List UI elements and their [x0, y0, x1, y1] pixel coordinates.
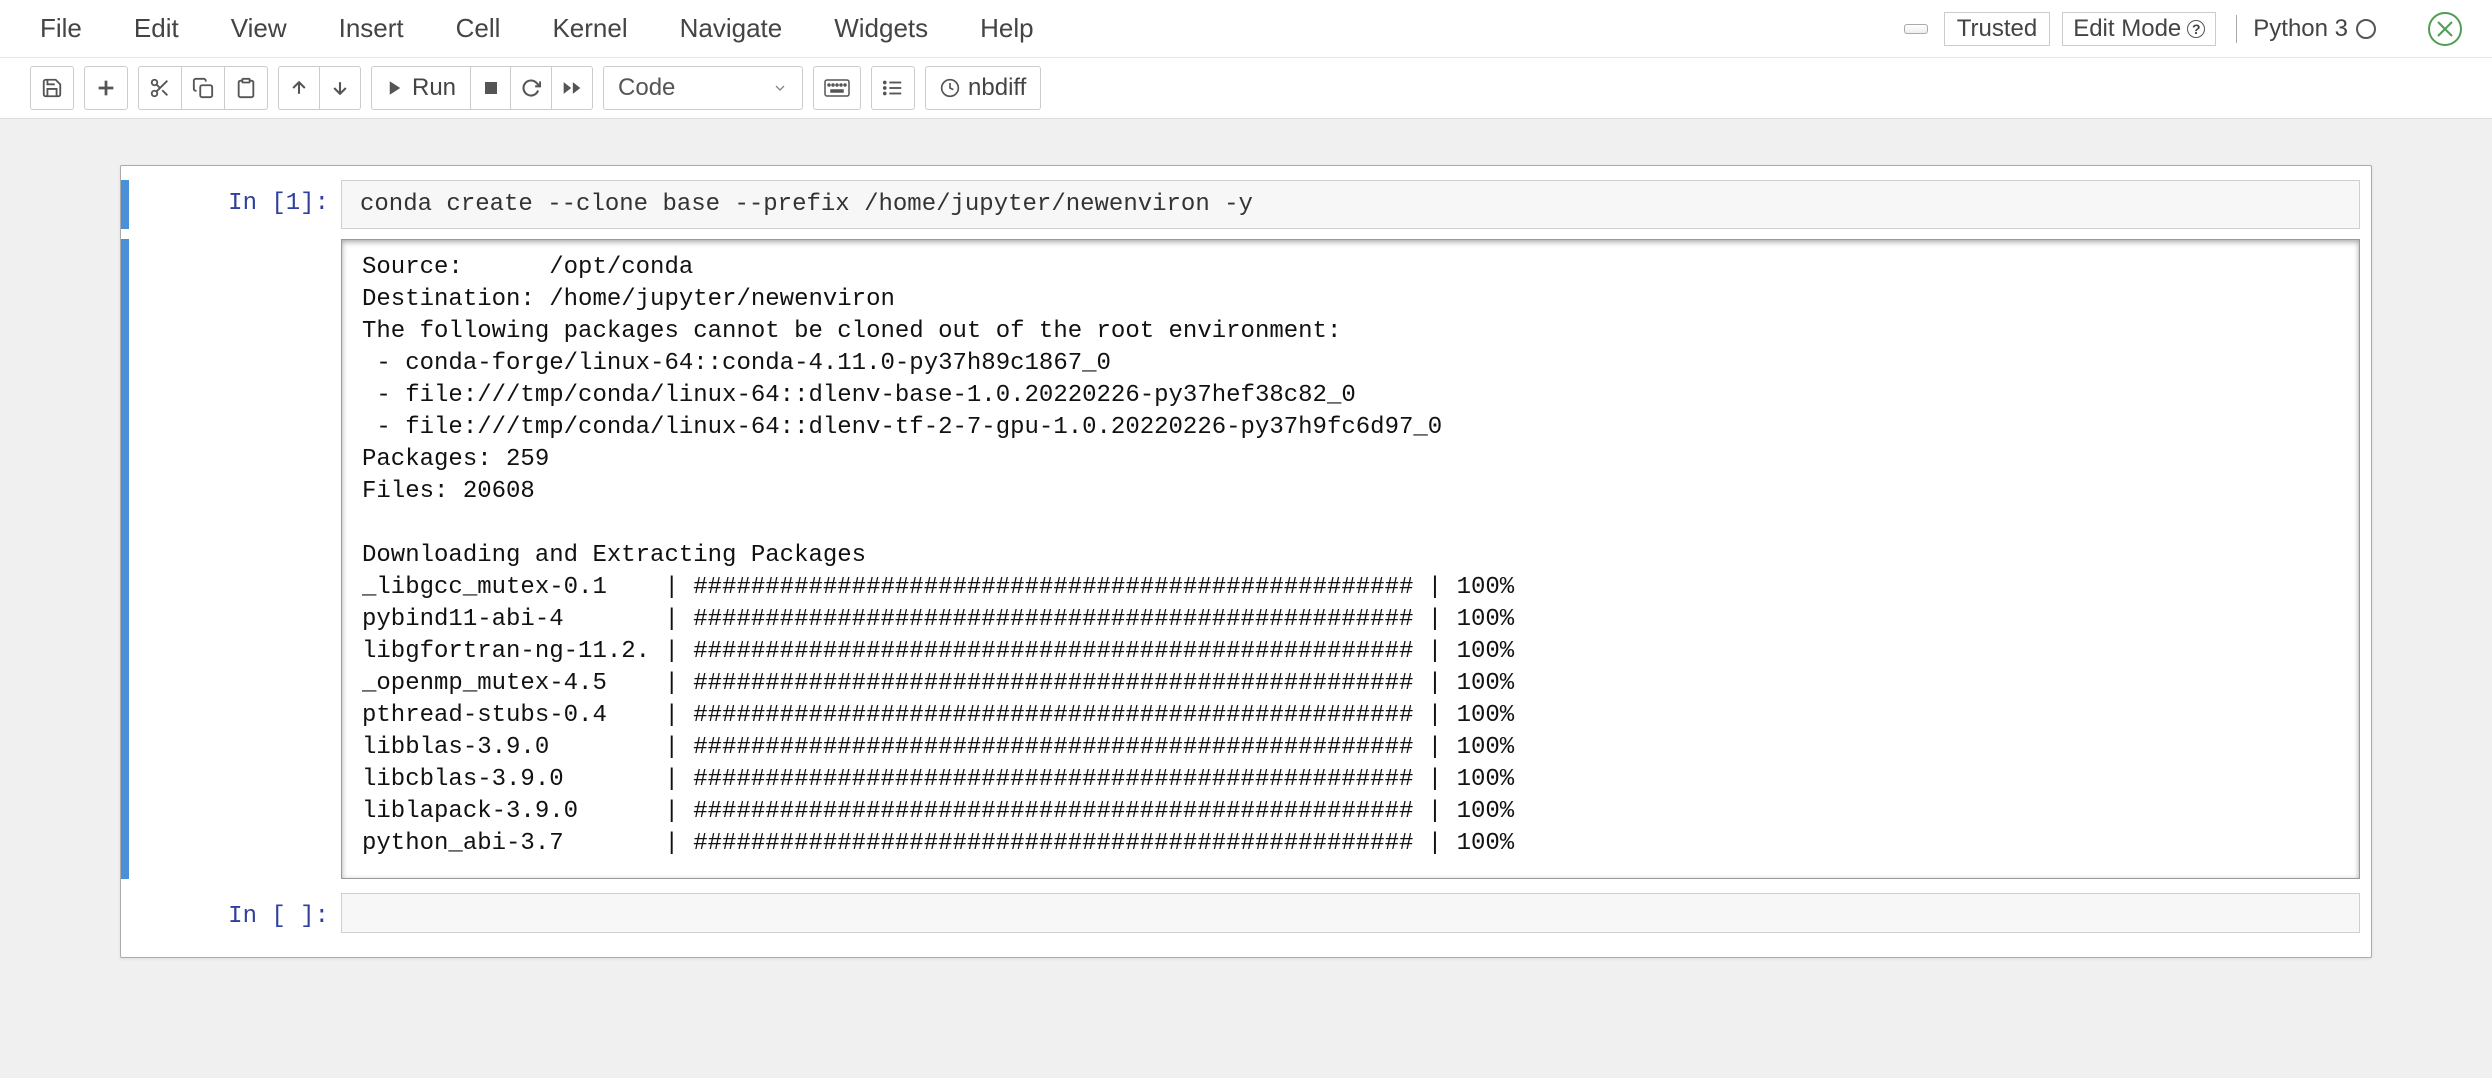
output-scroll[interactable]: Source: /opt/conda Destination: /home/ju…	[341, 239, 2360, 879]
edit-mode-button[interactable]: Edit Mode ?	[2062, 12, 2216, 46]
menu-help[interactable]: Help	[954, 7, 1059, 50]
paste-icon	[235, 77, 257, 99]
header-bar: File Edit View Insert Cell Kernel Naviga…	[0, 0, 2492, 58]
restart-icon	[521, 78, 541, 98]
save-button[interactable]	[30, 66, 74, 110]
menu-file[interactable]: File	[30, 7, 108, 50]
copy-icon	[192, 77, 214, 99]
edit-mode-label: Edit Mode	[2073, 15, 2181, 43]
command-palette-button[interactable]	[813, 66, 861, 110]
move-group	[278, 66, 361, 110]
stop-icon	[482, 79, 500, 97]
move-down-button[interactable]	[319, 66, 361, 110]
notebook-container: In [1]: conda create --clone base --pref…	[120, 165, 2372, 958]
fast-forward-icon	[562, 78, 582, 98]
list-icon	[882, 77, 904, 99]
notebook-area: In [1]: conda create --clone base --pref…	[0, 119, 2492, 978]
copy-button[interactable]	[181, 66, 224, 110]
paste-button[interactable]	[224, 66, 268, 110]
header-right: Trusted Edit Mode ? Python 3	[1904, 12, 2462, 46]
restart-button[interactable]	[510, 66, 551, 110]
help-icon: ?	[2187, 20, 2205, 38]
kernel-status-icon	[2356, 19, 2376, 39]
code-input[interactable]: conda create --clone base --prefix /home…	[341, 180, 2360, 229]
cut-button[interactable]	[138, 66, 181, 110]
save-icon	[41, 77, 63, 99]
kernel-name: Python 3	[2253, 15, 2348, 43]
arrow-down-icon	[330, 78, 350, 98]
close-icon	[2436, 20, 2454, 38]
input-prompt: In [ ]:	[129, 893, 341, 933]
menu-insert[interactable]: Insert	[313, 7, 430, 50]
menu-bar: File Edit View Insert Cell Kernel Naviga…	[30, 7, 1060, 50]
output-body: Source: /opt/conda Destination: /home/ju…	[341, 239, 2360, 879]
arrow-up-icon	[289, 78, 309, 98]
toc-button[interactable]	[871, 66, 915, 110]
cut-icon	[149, 77, 171, 99]
trusted-indicator[interactable]: Trusted	[1944, 12, 2050, 46]
kernel-indicator[interactable]: Python 3	[2236, 15, 2376, 43]
menu-view[interactable]: View	[205, 7, 313, 50]
code-input[interactable]	[341, 893, 2360, 933]
menu-cell[interactable]: Cell	[430, 7, 527, 50]
add-cell-button[interactable]	[84, 66, 128, 110]
trusted-label: Trusted	[1957, 15, 2037, 43]
toolbar: Run Code nbdiff	[0, 58, 2492, 119]
run-label: Run	[412, 74, 456, 102]
restart-run-all-button[interactable]	[551, 66, 593, 110]
clock-icon	[940, 78, 960, 98]
keyboard-icon	[824, 79, 850, 97]
celltype-label: Code	[618, 74, 675, 102]
output-text: Source: /opt/conda Destination: /home/ju…	[342, 240, 2359, 860]
input-prompt: In [1]:	[129, 180, 341, 229]
run-group: Run	[371, 66, 593, 110]
nbdiff-button[interactable]: nbdiff	[925, 66, 1041, 110]
plus-icon	[95, 77, 117, 99]
output-prompt	[129, 239, 341, 879]
move-up-button[interactable]	[278, 66, 319, 110]
notification-indicator	[1904, 24, 1928, 34]
celltype-select[interactable]: Code	[603, 66, 803, 110]
menu-kernel[interactable]: Kernel	[526, 7, 653, 50]
code-cell[interactable]: In [1]: conda create --clone base --pref…	[121, 180, 2371, 229]
output-cell: Source: /opt/conda Destination: /home/ju…	[121, 239, 2371, 879]
cell-body	[341, 893, 2360, 933]
nbdiff-label: nbdiff	[968, 74, 1026, 102]
menu-edit[interactable]: Edit	[108, 7, 205, 50]
close-button[interactable]	[2428, 12, 2462, 46]
clipboard-group	[138, 66, 268, 110]
run-button[interactable]: Run	[371, 66, 470, 110]
menu-widgets[interactable]: Widgets	[808, 7, 954, 50]
code-cell[interactable]: In [ ]:	[121, 893, 2371, 933]
menu-navigate[interactable]: Navigate	[654, 7, 809, 50]
chevron-down-icon	[772, 80, 788, 96]
cell-body: conda create --clone base --prefix /home…	[341, 180, 2360, 229]
interrupt-button[interactable]	[470, 66, 510, 110]
play-icon	[386, 79, 404, 97]
